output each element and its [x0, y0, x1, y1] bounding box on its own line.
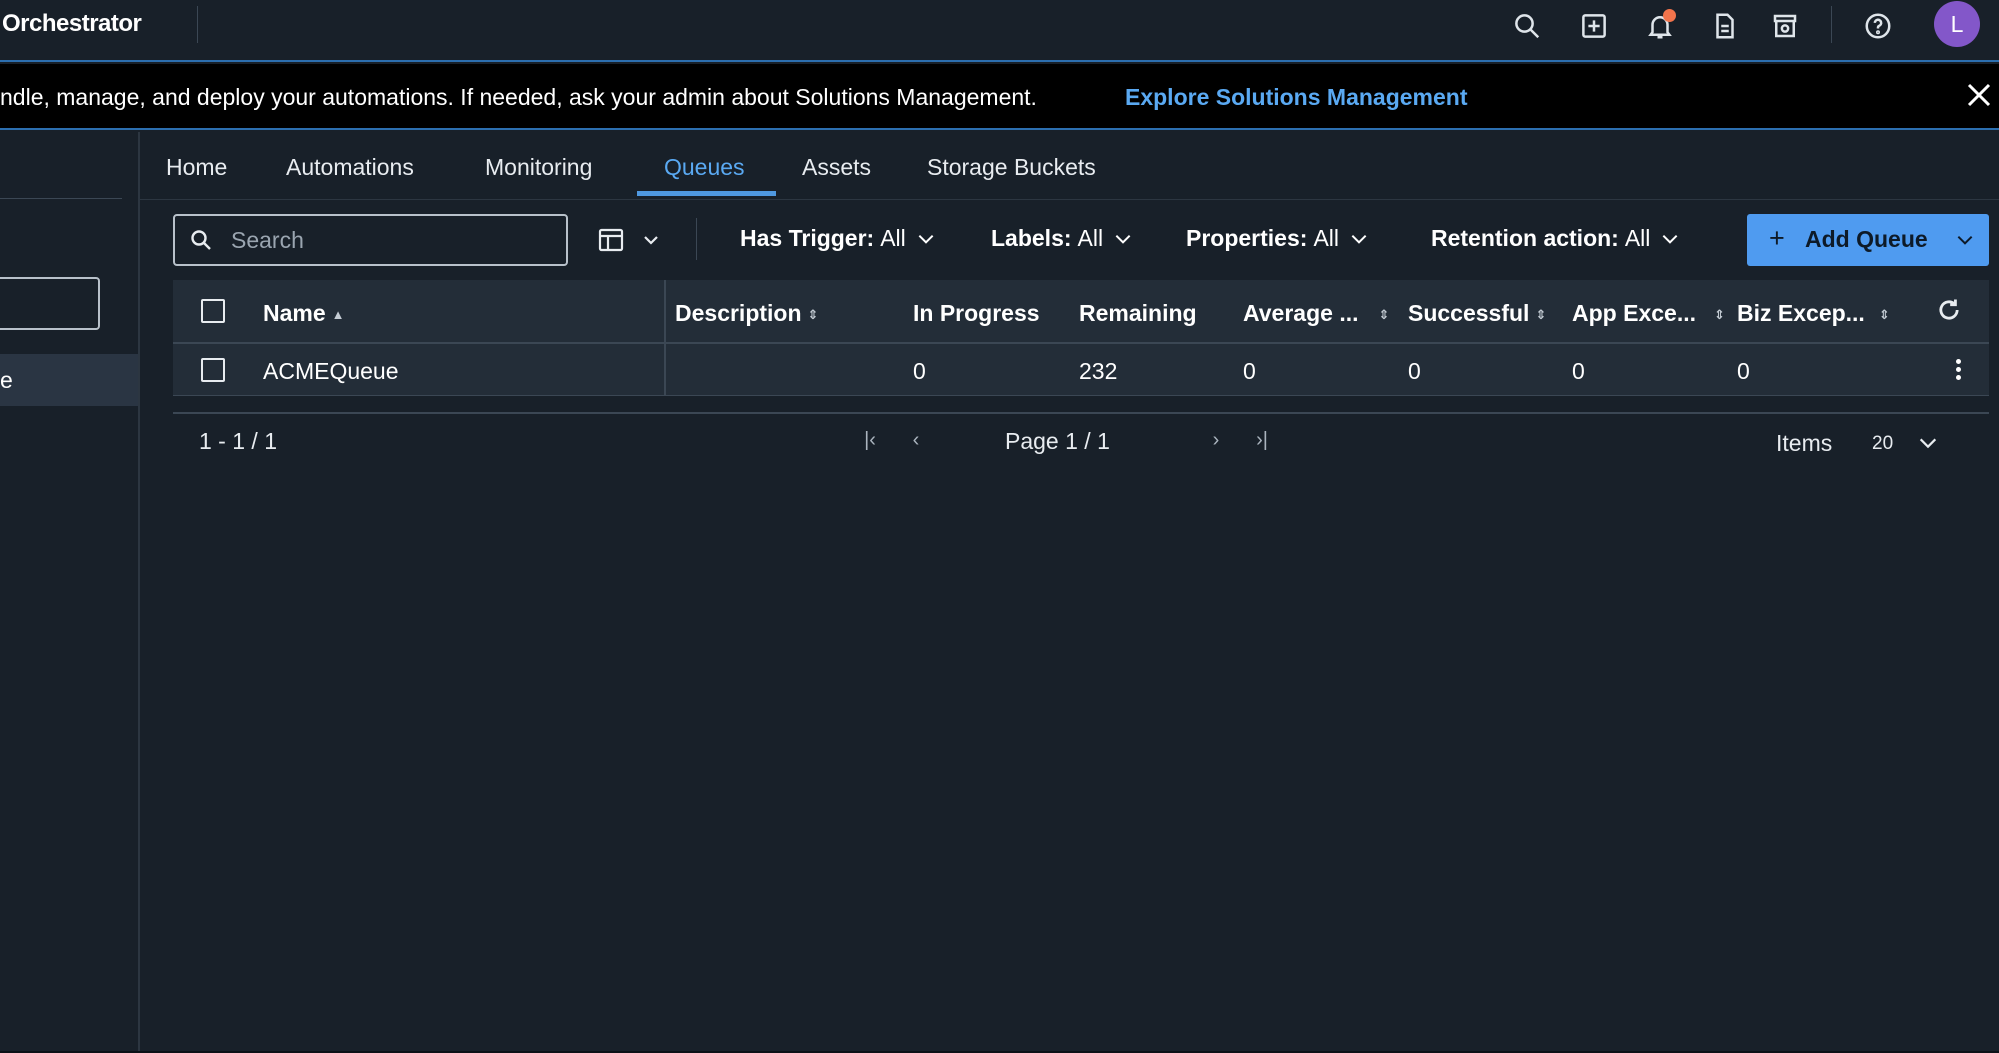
filter-label: Has Trigger: [740, 225, 875, 251]
filter-value: All [1624, 225, 1651, 251]
tab-monitoring[interactable]: Monitoring [485, 154, 592, 181]
document-icon[interactable] [1705, 6, 1745, 46]
tab-storage-buckets[interactable]: Storage Buckets [927, 154, 1096, 181]
cell-app-exceptions: 0 [1572, 358, 1585, 384]
sidebar-item-selected[interactable]: e [0, 354, 138, 406]
page-indicator: Page 1 / 1 [1005, 428, 1110, 454]
sort-icon: ⇕ [1378, 306, 1390, 322]
pagination-range: 1 - 1 / 1 [199, 428, 277, 454]
tab-queues[interactable]: Queues [664, 154, 745, 181]
chevron-down-icon [1663, 234, 1678, 244]
refresh-icon[interactable] [1935, 296, 1963, 324]
filter-label: Properties: [1186, 225, 1308, 251]
filter-properties[interactable]: Properties: All [1186, 225, 1369, 252]
search-field[interactable] [173, 214, 568, 266]
tab-bar: Home Automations Monitoring Queues Asset… [140, 132, 1999, 200]
active-tab-indicator [637, 191, 776, 196]
filter-value: All [1077, 225, 1104, 251]
tab-automations[interactable]: Automations [286, 154, 414, 181]
row-actions-icon[interactable] [1948, 356, 1968, 386]
sort-asc-icon: ▲ [331, 306, 345, 322]
table-footer-divider [173, 412, 1989, 414]
bell-icon[interactable] [1640, 6, 1680, 46]
banner-text: ndle, manage, and deploy your automation… [0, 84, 1037, 110]
column-header-description[interactable]: Description ⇕ [675, 300, 818, 327]
cell-biz-exceptions: 0 [1737, 358, 1750, 384]
add-queue-button[interactable]: + Add Queue [1747, 214, 1989, 266]
header-divider [1831, 6, 1832, 43]
row-checkbox[interactable] [201, 358, 225, 382]
filter-value: All [880, 225, 906, 251]
cell-average: 0 [1243, 358, 1256, 384]
cell-successful: 0 [1408, 358, 1421, 384]
select-all-checkbox[interactable] [201, 299, 225, 323]
header-divider [197, 6, 198, 43]
items-per-page-label: Items [1776, 430, 1833, 456]
explore-solutions-link[interactable]: Explore Solutions Management [1125, 84, 1468, 111]
chevron-down-icon [918, 234, 934, 244]
store-icon[interactable] [1765, 6, 1805, 46]
app-title[interactable]: Orchestrator [2, 10, 142, 38]
chevron-down-icon [644, 236, 658, 245]
close-icon[interactable] [1964, 80, 1994, 110]
sort-icon: ⇕ [1535, 306, 1547, 322]
column-resize-divider[interactable] [664, 280, 666, 396]
column-header-in-progress[interactable]: In Progress [913, 300, 1040, 327]
sort-icon: ⇕ [807, 306, 819, 322]
column-header-successful[interactable]: Successful ⇕ [1408, 300, 1546, 327]
page-size-select[interactable]: 20 [1872, 433, 1893, 455]
cell-in-progress: 0 [913, 358, 926, 384]
info-banner: ndle, manage, and deploy your automation… [0, 64, 1999, 130]
search-input[interactable] [231, 226, 551, 254]
cell-name[interactable]: ACMEQueue [263, 358, 399, 385]
column-header-average[interactable]: Average ... ⇕ [1243, 300, 1389, 327]
toolbar-divider [696, 218, 697, 260]
filter-value: All [1313, 225, 1339, 251]
filter-retention-action[interactable]: Retention action: All [1431, 225, 1680, 252]
next-page-icon[interactable]: › [1202, 426, 1230, 454]
sort-icon: ⇕ [1878, 306, 1890, 322]
chevron-down-icon[interactable] [1955, 230, 1975, 250]
help-icon[interactable] [1858, 6, 1898, 46]
sort-icon: ⇕ [1713, 306, 1725, 322]
chevron-down-icon [1351, 234, 1367, 244]
column-header-app-exceptions[interactable]: App Exce... ⇕ [1572, 300, 1725, 327]
chevron-down-icon[interactable] [1917, 432, 1939, 454]
column-header-name[interactable]: Name ▲ [263, 300, 345, 327]
filter-label: Labels: [991, 225, 1072, 251]
column-header-biz-exceptions[interactable]: Biz Excep... ⇕ [1737, 300, 1890, 327]
tab-home[interactable]: Home [166, 154, 227, 181]
cell-remaining: 232 [1079, 358, 1118, 384]
previous-page-icon[interactable]: ‹ [902, 426, 930, 454]
chevron-down-icon [1115, 234, 1131, 244]
filter-label: Retention action: [1431, 225, 1619, 251]
avatar[interactable]: L [1934, 1, 1980, 47]
table-row[interactable]: ACMEQueue 0 232 0 0 0 0 [173, 344, 1989, 396]
column-settings-button[interactable] [593, 222, 663, 258]
filter-labels[interactable]: Labels: All [991, 225, 1133, 252]
filter-has-trigger[interactable]: Has Trigger: All [740, 225, 936, 252]
plus-icon: + [1769, 223, 1785, 253]
search-icon [191, 230, 211, 250]
sidebar-divider [0, 198, 122, 199]
add-square-icon[interactable] [1574, 6, 1614, 46]
column-header-remaining[interactable]: Remaining [1079, 300, 1197, 327]
table-columns-icon [598, 228, 624, 252]
tab-assets[interactable]: Assets [802, 154, 871, 181]
add-queue-label: Add Queue [1805, 226, 1928, 252]
sidebar-search-input[interactable] [0, 277, 100, 330]
top-header: Orchestrator L [0, 0, 1999, 62]
search-icon[interactable] [1507, 6, 1547, 46]
last-page-icon[interactable]: ›| [1248, 426, 1276, 454]
first-page-icon[interactable]: |‹ [856, 426, 884, 454]
table-header: Name ▲ Description ⇕ In Progress Remaining… [173, 280, 1989, 344]
sidebar-border [138, 132, 140, 1053]
notification-badge [1663, 9, 1676, 22]
